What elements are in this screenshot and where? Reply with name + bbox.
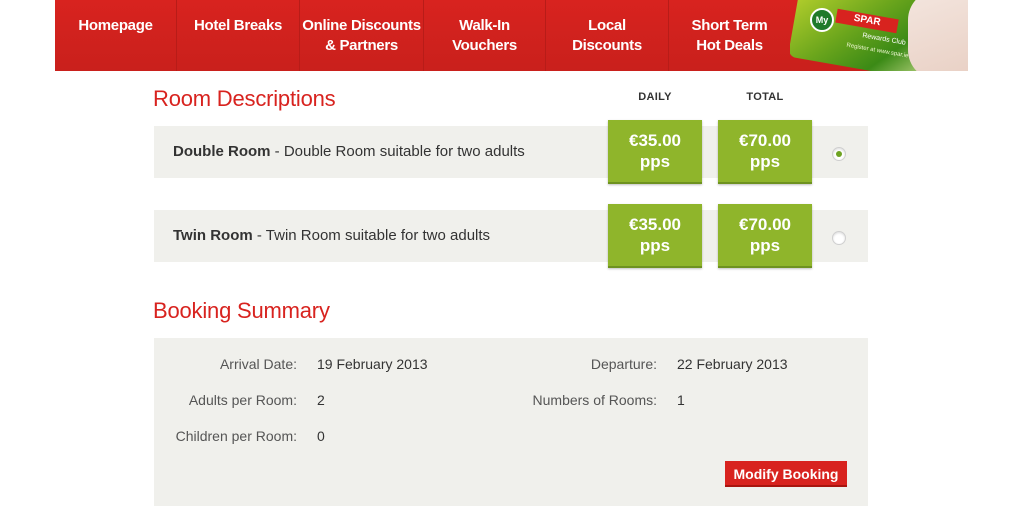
price-amount: €35.00: [629, 215, 681, 234]
myspar-rewards-card[interactable]: My SPAR Rewards Club Register at www.spa…: [790, 0, 968, 71]
departure-label: Departure:: [590, 356, 657, 372]
room-name: Double Room: [173, 143, 271, 160]
arrival-date-value: 19 February 2013: [317, 356, 428, 372]
children-per-room-value: 0: [317, 428, 325, 444]
nav-hotel-breaks[interactable]: Hotel Breaks: [177, 0, 300, 71]
room-radio-twin[interactable]: [832, 231, 846, 245]
total-price-twin[interactable]: €70.00 pps: [718, 204, 812, 268]
nav-homepage[interactable]: Homepage: [55, 0, 177, 71]
daily-price-twin[interactable]: €35.00 pps: [608, 204, 702, 268]
room-name: Twin Room: [173, 227, 253, 244]
price-unit: pps: [749, 236, 781, 255]
children-per-room-label: Children per Room:: [175, 428, 297, 444]
card-my-badge: My: [810, 8, 834, 32]
nav-label-line1: Local: [588, 16, 626, 34]
price-amount: €35.00: [629, 131, 681, 150]
booking-summary-heading: Booking Summary: [153, 298, 330, 323]
modify-booking-button[interactable]: Modify Booking: [725, 461, 847, 487]
nav-online-discounts[interactable]: Online Discounts & Partners: [300, 0, 424, 71]
number-of-rooms-label: Numbers of Rooms:: [532, 392, 657, 408]
nav-label-line1: Online Discounts: [302, 16, 421, 34]
booking-summary-panel: Arrival Date: 19 February 2013 Departure…: [154, 338, 868, 506]
total-column-header: TOTAL: [746, 91, 784, 103]
nav-label: Homepage: [78, 16, 153, 34]
price-amount: €70.00: [739, 215, 791, 234]
room-radio-double[interactable]: [832, 147, 846, 161]
nav-walk-in-vouchers[interactable]: Walk-In Vouchers: [424, 0, 546, 71]
nav-label-line2: Discounts: [572, 36, 642, 54]
nav-label-line1: Walk-In: [459, 16, 510, 34]
arrival-date-label: Arrival Date:: [219, 356, 297, 372]
nav-label: Hotel Breaks: [193, 16, 283, 34]
nav-short-term-hot-deals[interactable]: Short Term Hot Deals: [669, 0, 790, 71]
price-unit: pps: [639, 236, 671, 255]
price-unit: pps: [749, 152, 781, 171]
room-description: Twin Room - Twin Room suitable for two a…: [173, 227, 490, 244]
adults-per-room-label: Adults per Room:: [188, 392, 297, 408]
hand-image: [908, 0, 968, 71]
nav-label-line2: Vouchers: [452, 36, 517, 54]
room-desc: - Twin Room suitable for two adults: [252, 227, 491, 244]
daily-price-double[interactable]: €35.00 pps: [608, 120, 702, 184]
total-price-double[interactable]: €70.00 pps: [718, 120, 812, 184]
price-amount: €70.00: [739, 131, 791, 150]
adults-per-room-value: 2: [317, 392, 325, 408]
room-desc: - Double Room suitable for two adults: [270, 143, 525, 160]
room-descriptions-heading: Room Descriptions: [153, 86, 336, 111]
number-of-rooms-value: 1: [677, 392, 685, 408]
price-unit: pps: [639, 152, 671, 171]
departure-value: 22 February 2013: [677, 356, 788, 372]
nav-label-line1: Short Term: [691, 16, 768, 34]
nav-label-line2: & Partners: [325, 36, 398, 54]
nav-local-discounts[interactable]: Local Discounts: [546, 0, 669, 71]
daily-column-header: DAILY: [638, 91, 672, 103]
room-description: Double Room - Double Room suitable for t…: [173, 143, 525, 160]
nav-label-line2: Hot Deals: [696, 36, 763, 54]
